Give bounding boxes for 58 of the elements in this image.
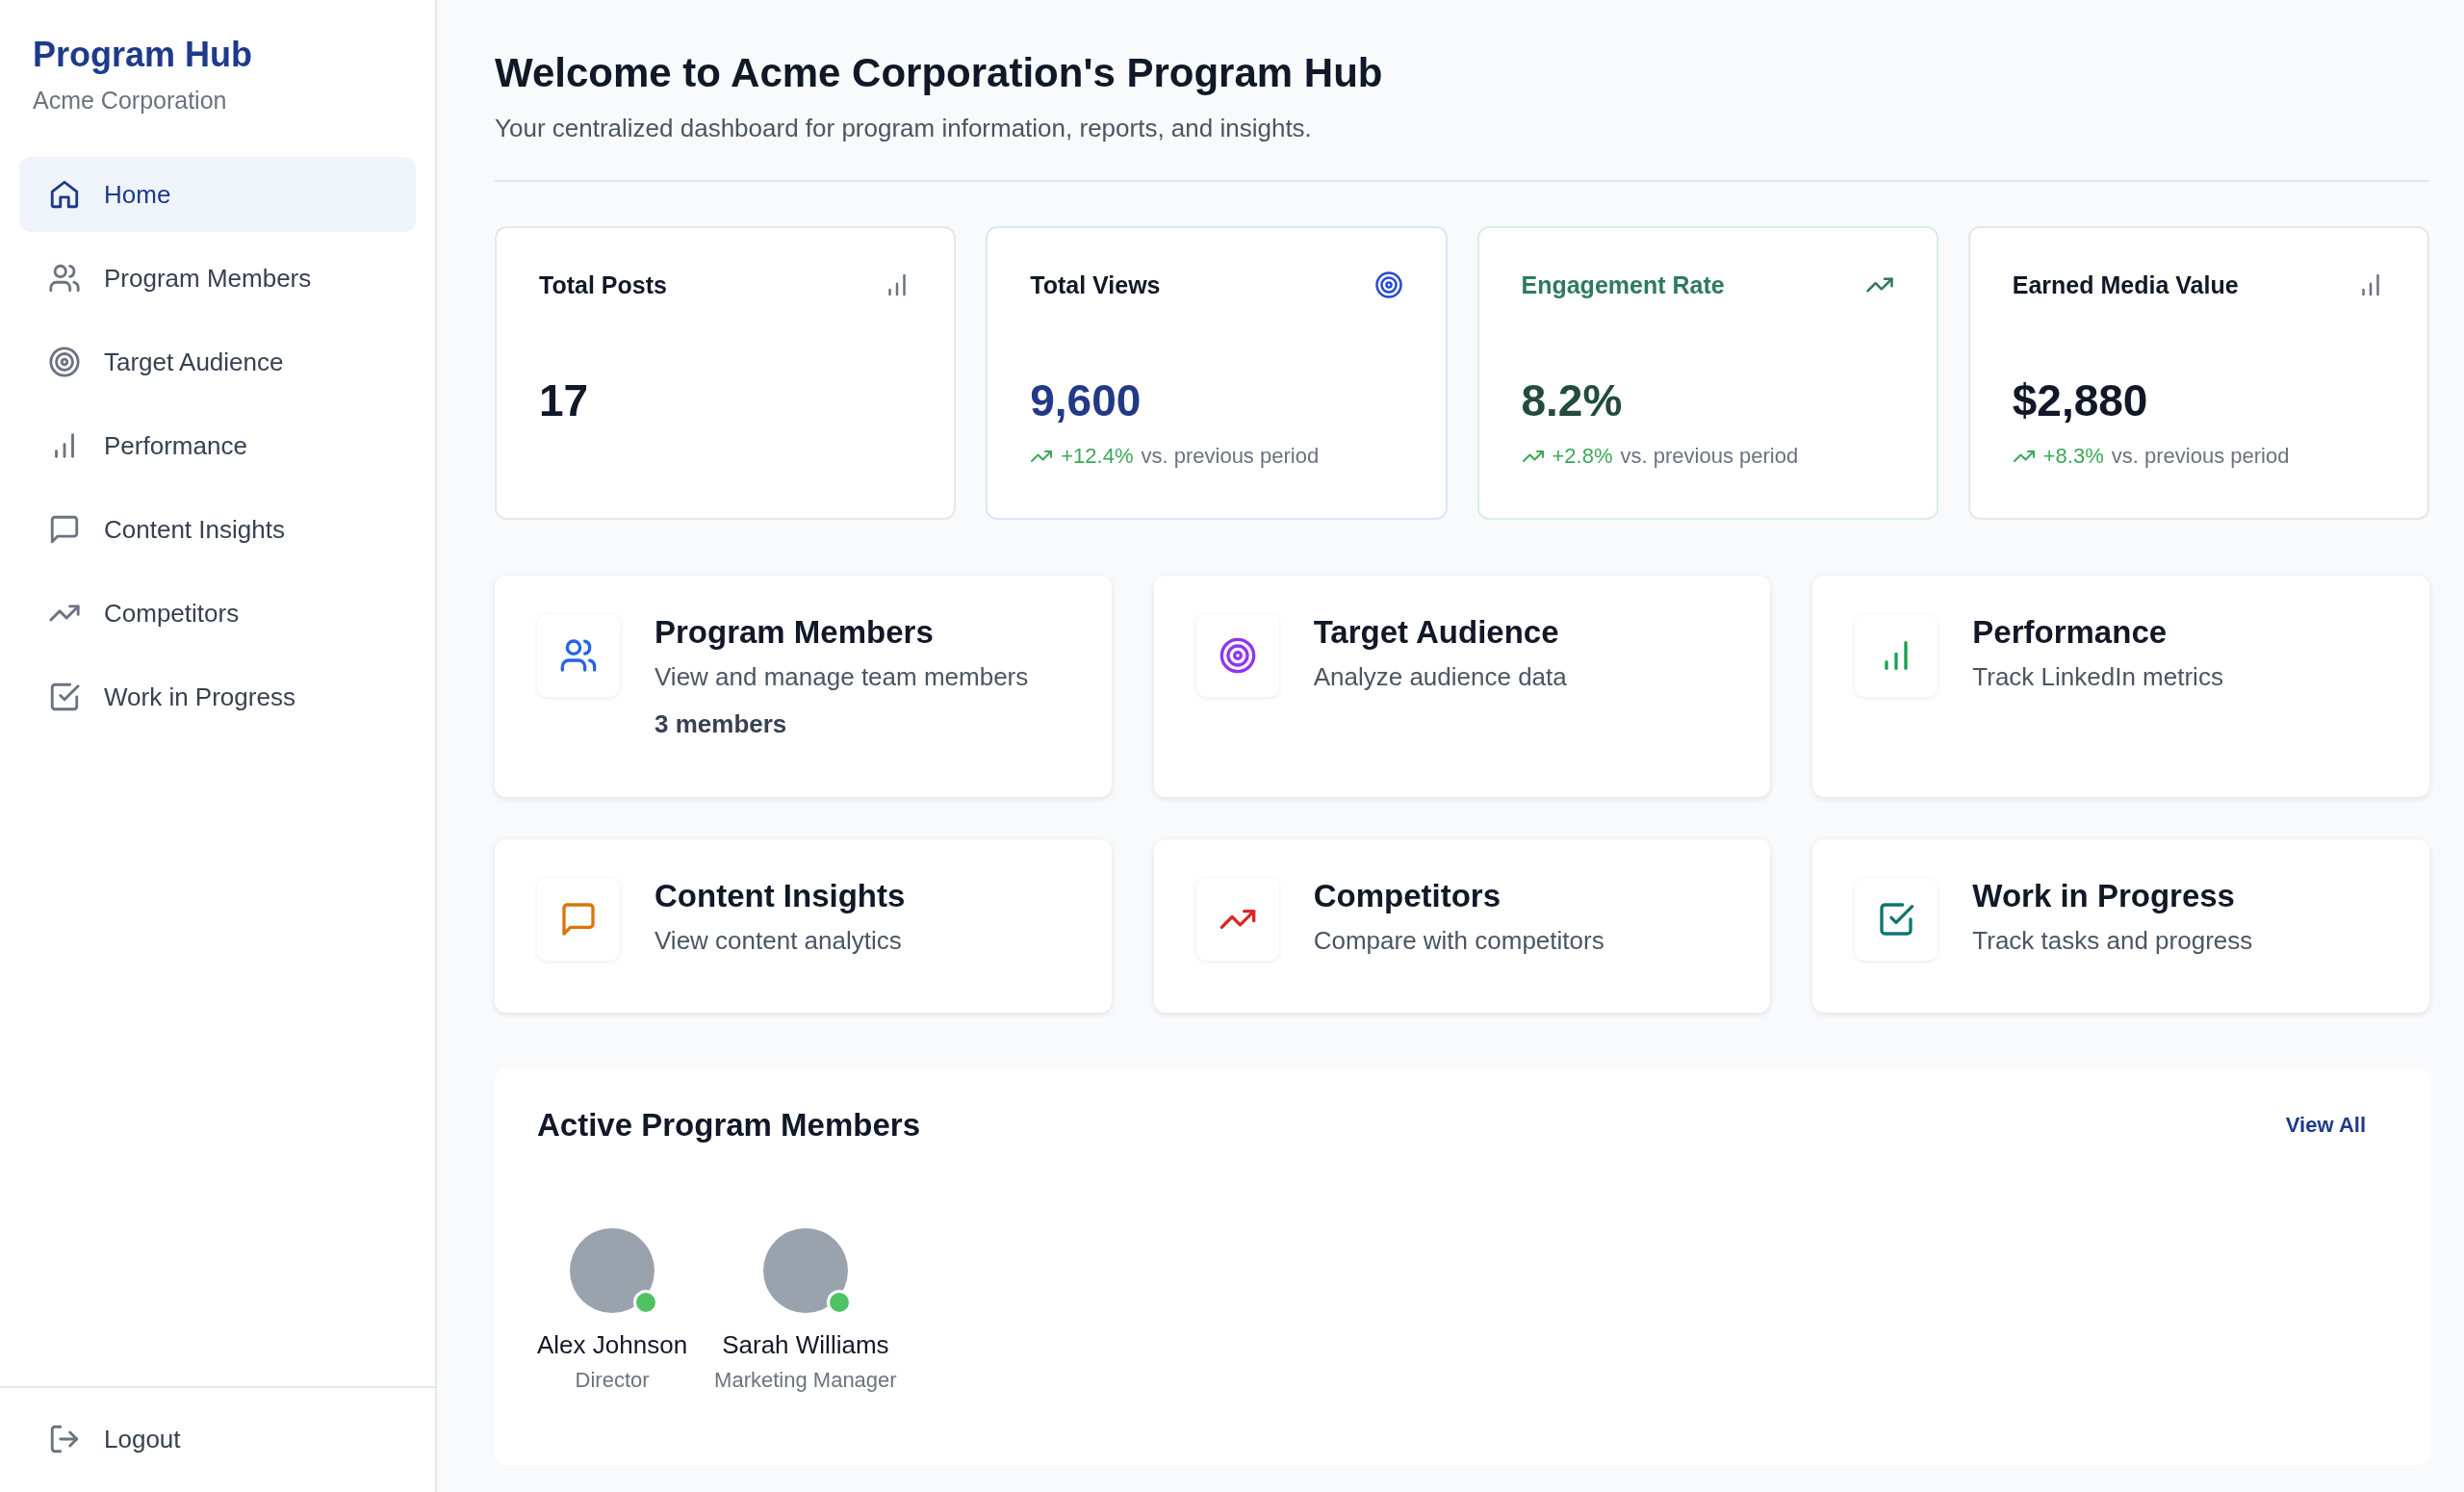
feature-description: Compare with competitors (1313, 926, 1604, 956)
feature-title: Program Members (654, 614, 935, 651)
change-value: +8.3% (2042, 444, 2104, 469)
feature-card[interactable]: Work in Progress Track tasks and progress (1812, 839, 2429, 1013)
feature-description: View content analytics (654, 926, 903, 956)
app-title: Program Hub (33, 35, 254, 75)
change-note: vs. previous period (1620, 444, 1799, 469)
member-role: Marketing Manager (714, 1368, 897, 1393)
change-note: vs. previous period (2111, 444, 2290, 469)
feature-card[interactable]: Content Insights View content analytics (495, 839, 1112, 1013)
feature-title: Performance (1972, 614, 2169, 651)
feature-card[interactable]: Competitors Compare with competitors (1153, 839, 1771, 1013)
feature-description: View and manage team members (654, 662, 1029, 692)
section-title: Active Program Members (537, 1107, 920, 1144)
stat-value: $2,880 (2012, 374, 2149, 426)
people-icon (48, 262, 81, 295)
nav-item[interactable]: Target Audience (19, 324, 416, 399)
stat-title: Earned Media Value (2012, 270, 2239, 299)
logout-icon (48, 1423, 81, 1455)
stat-title: Engagement Rate (1521, 270, 1725, 299)
logout-button[interactable]: Logout (19, 1402, 416, 1477)
nav-item[interactable]: Performance (19, 408, 416, 483)
target-icon (1373, 270, 1403, 299)
change-value: +12.4% (1061, 444, 1134, 469)
nav-item[interactable]: Competitors (19, 576, 416, 651)
feature-card[interactable]: Target Audience Analyze audience data (1153, 576, 1771, 797)
feature-description: Analyze audience data (1313, 662, 1567, 692)
member-role: Director (575, 1368, 650, 1393)
stat-title: Total Posts (539, 270, 667, 299)
nav-item[interactable]: Program Members (19, 241, 416, 316)
member-name: Sarah Williams (722, 1330, 889, 1360)
stat-value: 9,600 (1030, 374, 1142, 426)
feature-title: Work in Progress (1972, 878, 2236, 914)
house-icon (48, 178, 81, 211)
member-name: Alex Johnson (537, 1330, 688, 1360)
nav-item[interactable]: Content Insights (19, 492, 416, 567)
checkbox-icon (48, 681, 81, 713)
target-icon (48, 346, 81, 378)
page-title: Welcome to Acme Corporation's Program Hub (495, 50, 1384, 96)
page-subtitle: Your centralized dashboard for program information, reports, and insights. (495, 114, 1313, 143)
change-value: +2.8% (1552, 444, 1613, 469)
feature-card[interactable]: Performance Track LinkedIn metrics (1812, 576, 2429, 797)
nav-item[interactable]: Work in Progress (19, 659, 416, 734)
stat-value: 17 (539, 374, 590, 426)
nav-item[interactable]: Home (19, 157, 416, 232)
stat-title: Total Views (1030, 270, 1161, 299)
feature-title: Target Audience (1313, 614, 1560, 651)
feature-title: Competitors (1313, 878, 1502, 914)
feature-title: Content Insights (654, 878, 906, 914)
feature-description: Track tasks and progress (1972, 926, 2253, 956)
feature-description: Track LinkedIn metrics (1972, 662, 2223, 692)
organization-name: Acme Corporation (33, 87, 228, 115)
change-note: vs. previous period (1141, 444, 1320, 469)
stat-value: 8.2% (1521, 374, 1624, 426)
feature-card[interactable]: Program Members View and manage team members 3 members (495, 576, 1112, 797)
member-count: 3 members (654, 709, 788, 739)
speech-bubble-icon (48, 513, 81, 546)
view-all-link[interactable]: View All (2285, 1113, 2366, 1138)
